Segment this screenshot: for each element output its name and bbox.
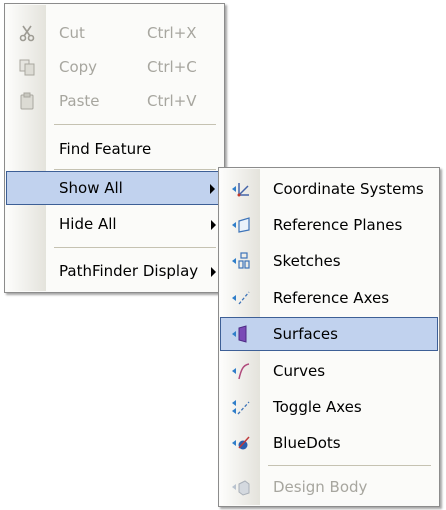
menu-item-cut[interactable]: Cut Ctrl+X bbox=[6, 16, 223, 50]
toggle-axes-icon bbox=[231, 398, 251, 416]
menu-item-hide-all[interactable]: Hide All bbox=[6, 207, 223, 241]
menu-item-shortcut: Ctrl+V bbox=[147, 92, 197, 110]
submenu-item-label: Reference Axes bbox=[273, 289, 390, 307]
reference-planes-icon bbox=[231, 216, 251, 234]
submenu-item-bluedots[interactable]: BlueDots bbox=[220, 426, 438, 460]
submenu-item-coordinate-systems[interactable]: Coordinate Systems bbox=[220, 172, 438, 206]
submenu-item-label: BlueDots bbox=[273, 434, 341, 452]
submenu-arrow-icon bbox=[210, 184, 215, 194]
menu-separator bbox=[54, 124, 216, 125]
menu-item-copy[interactable]: Copy Ctrl+C bbox=[6, 50, 223, 84]
reference-axes-icon bbox=[231, 289, 251, 307]
menu-separator bbox=[54, 169, 216, 170]
submenu-item-label: Coordinate Systems bbox=[273, 180, 424, 198]
paste-icon bbox=[17, 92, 37, 110]
menu-item-label: Copy bbox=[59, 58, 98, 76]
submenu-item-reference-axes[interactable]: Reference Axes bbox=[220, 281, 438, 315]
menu-item-paste[interactable]: Paste Ctrl+V bbox=[6, 84, 223, 118]
menu-separator bbox=[268, 465, 431, 466]
menu-item-label: Find Feature bbox=[59, 140, 152, 158]
submenu-item-label: Design Body bbox=[273, 478, 368, 496]
submenu-item-curves[interactable]: Curves bbox=[220, 354, 438, 388]
submenu-item-sketches[interactable]: Sketches bbox=[220, 244, 438, 278]
menu-item-find-feature[interactable]: Find Feature bbox=[6, 132, 223, 166]
menu-item-show-all[interactable]: Show All bbox=[6, 171, 223, 205]
submenu-item-design-body[interactable]: Design Body bbox=[220, 470, 438, 504]
submenu-arrow-icon bbox=[211, 267, 216, 277]
menu-item-label: Cut bbox=[59, 24, 85, 42]
copy-icon bbox=[17, 58, 37, 76]
curves-icon bbox=[231, 362, 251, 380]
submenu-arrow-icon bbox=[211, 220, 216, 230]
menu-item-label: PathFinder Display bbox=[59, 262, 199, 280]
menu-item-label: Show All bbox=[59, 179, 123, 197]
bluedots-icon bbox=[231, 434, 251, 452]
menu-separator bbox=[54, 247, 216, 248]
submenu-item-label: Toggle Axes bbox=[273, 398, 362, 416]
submenu-item-toggle-axes[interactable]: Toggle Axes bbox=[220, 390, 438, 424]
menu-item-label: Paste bbox=[59, 92, 100, 110]
menu-item-label: Hide All bbox=[59, 215, 117, 233]
context-menu: Cut Ctrl+X Copy Ctrl+C Paste Ctrl+V Find… bbox=[4, 3, 225, 293]
submenu-item-label: Sketches bbox=[273, 252, 341, 270]
design-body-icon bbox=[231, 478, 251, 496]
show-all-submenu: Coordinate Systems Reference Planes Sket… bbox=[218, 167, 440, 507]
scissors-icon bbox=[17, 24, 37, 42]
sketches-icon bbox=[231, 252, 251, 270]
menu-item-shortcut: Ctrl+C bbox=[147, 58, 197, 76]
submenu-item-label: Curves bbox=[273, 362, 326, 380]
submenu-item-label: Surfaces bbox=[273, 325, 338, 343]
submenu-item-reference-planes[interactable]: Reference Planes bbox=[220, 208, 438, 242]
menu-item-shortcut: Ctrl+X bbox=[147, 24, 197, 42]
coordinate-systems-icon bbox=[231, 180, 251, 198]
menu-item-pathfinder-display[interactable]: PathFinder Display bbox=[6, 254, 223, 288]
surfaces-icon bbox=[231, 325, 251, 343]
submenu-item-surfaces[interactable]: Surfaces bbox=[220, 317, 438, 351]
submenu-item-label: Reference Planes bbox=[273, 216, 403, 234]
